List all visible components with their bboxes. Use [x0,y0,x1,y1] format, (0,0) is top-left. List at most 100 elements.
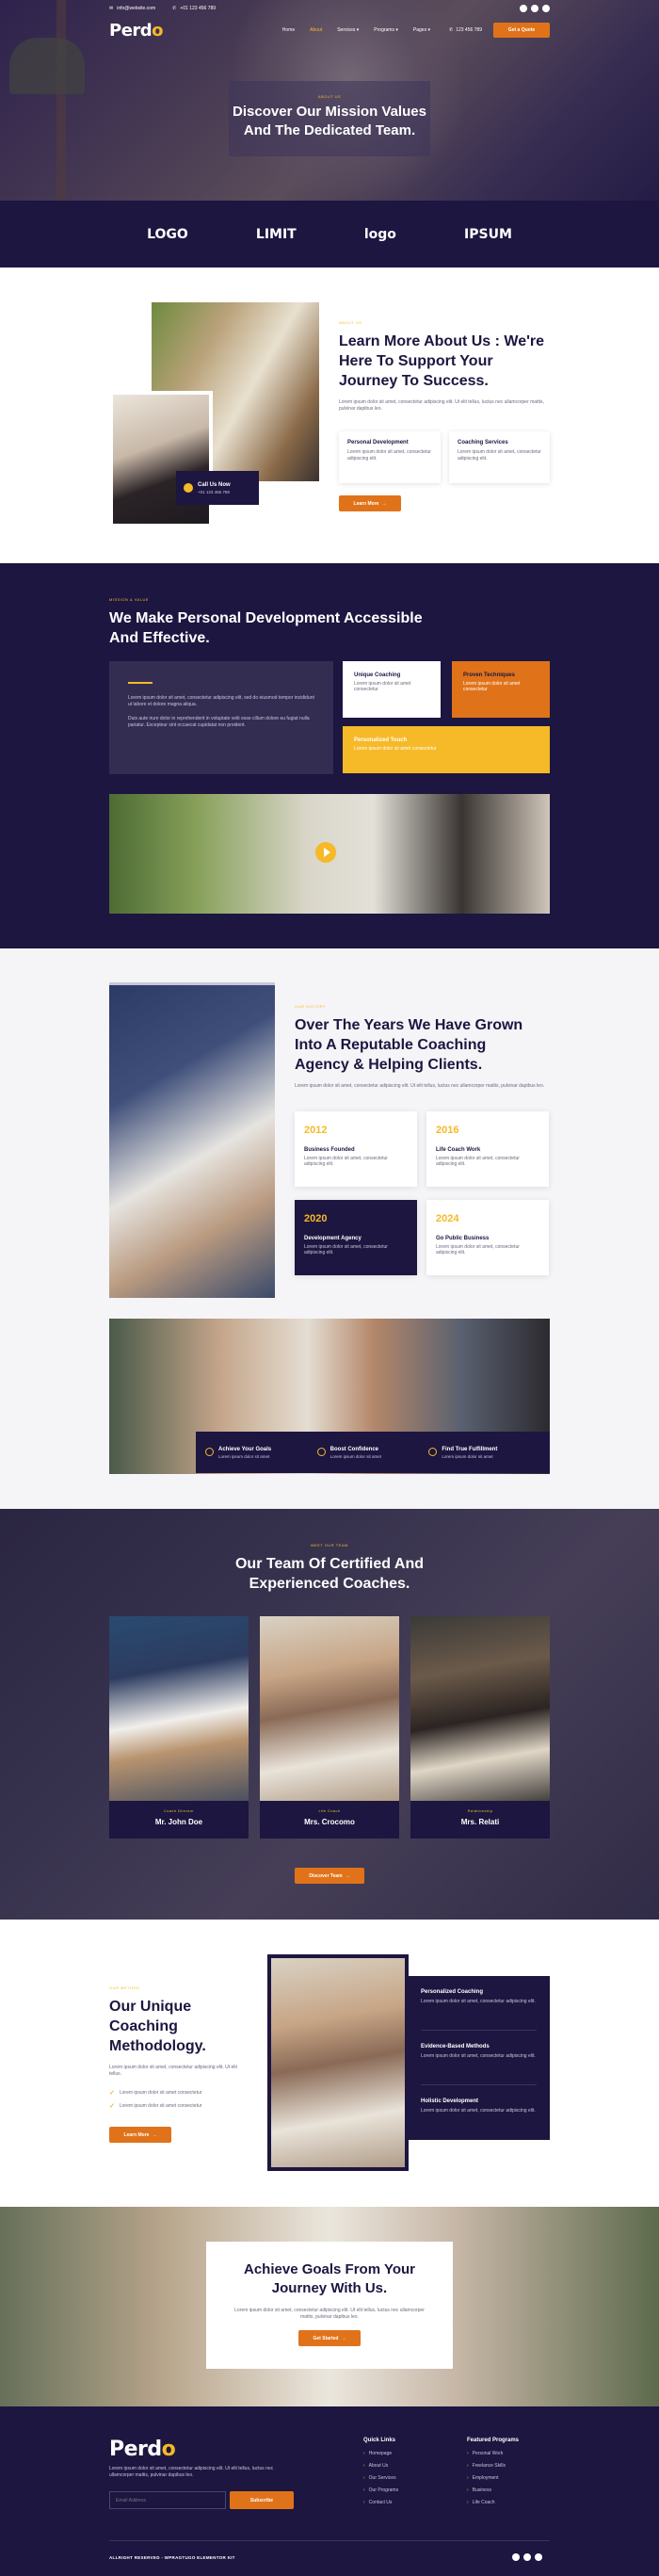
cta-title: Achieve Goals From Your Journey With Us. [244,2261,415,2296]
topbar: ✉ info@website.com ✆ +01 123 456 789 [0,0,659,17]
hero-section: ✉ info@website.com ✆ +01 123 456 789 Perdo… [0,0,659,201]
method-title: Our Unique Coaching Methodology. [109,1999,206,2054]
nav-item-home[interactable]: Home [282,27,295,33]
method-item: Personalized Coaching Lorem ipsum dolor s… [421,1976,537,2031]
check-icon: ✓ [109,2103,115,2110]
about-title: Learn More About Us : We're Here To Supp… [339,333,545,389]
mail-icon: ✉ [109,6,114,11]
about-section [0,267,659,563]
arrow-right-icon: → [341,2335,346,2341]
call-us-card[interactable]: Call Us Now +01 123 456 789 [176,471,259,505]
footer [0,2406,659,2576]
footer-socials [512,2553,542,2561]
footer-link[interactable]: Personal Work [467,2451,519,2456]
topbar-email[interactable]: ✉ info@website.com [109,6,155,11]
personalized-touch-box: Personalized Touch Lorem ipsum dolor sit… [343,726,550,773]
method-panel: Personalized Coaching Lorem ipsum dolor s… [408,1976,550,2140]
footer-link[interactable]: Contact Us [363,2500,398,2505]
history-eyebrow: Our History [295,1004,327,1009]
method-item: Evidence-Based Methods Lorem ipsum dolor … [421,2031,537,2085]
hero-title-box: About Us Discover Our Mission Values And… [229,81,430,156]
about-body: Lorem ipsum dolor sit amet, consectetur … [339,399,544,412]
unique-coaching-box: Unique Coaching Lorem ipsum dolor sit am… [343,661,441,718]
footer-link[interactable]: Our Programs [363,2487,398,2493]
check-icon: ✓ [109,2090,115,2097]
year-card-2012: 2012 Business Founded Lorem ipsum dolor … [295,1111,417,1187]
twitter-icon[interactable] [523,2553,531,2561]
method-item: Holistic Development Lorem ipsum dolor si… [421,2098,536,2114]
feature-fulfillment: Find True Fulfillment Lorem ipsum dolor s… [428,1447,540,1459]
facebook-icon[interactable] [520,5,527,12]
team-card-crocomo[interactable]: Life Coach Mrs. Crocomo [260,1616,399,1839]
check-item: ✓ Lorem ipsum dolor sit amet consectetur [109,2103,202,2110]
footer-about: Lorem ipsum dolor sit amet, consectetur … [109,2466,274,2478]
nav-item-services[interactable]: Services ▾ [337,27,359,33]
chevron-down-icon: ▾ [356,27,360,33]
mission-text-panel: Lorem ipsum dolor sit amet, consectetur … [109,661,333,774]
about-card-coaching: Coaching Services Lorem ipsum dolor sit … [449,431,550,483]
twitter-icon[interactable] [531,5,538,12]
chevron-down-icon: ▾ [427,27,430,33]
features-bar: Achieve Your Goals Lorem ipsum dolor sit … [196,1432,550,1473]
partner-logo-2: LIMIT [255,226,297,242]
partner-logo-3: logo [363,226,396,242]
subscribe-button[interactable]: Subscribe [230,2491,294,2509]
mission-title: We Make Personal Development Accessible … [109,610,423,646]
newsletter-email-input[interactable] [109,2491,226,2509]
partner-logos: LOGO LIMIT logo IPSUM [0,201,659,267]
about-card-personal: Personal Development Lorem ipsum dolor s… [339,431,441,483]
coach-man-photo [109,982,275,1298]
nav-item-about[interactable]: About [310,27,322,33]
footer-link[interactable]: Business [467,2487,519,2493]
topbar-phone[interactable]: ✆ +01 123 456 789 [172,6,216,11]
nav-item-pages[interactable]: Pages ▾ [413,27,430,33]
nav-phone[interactable]: ✆ 123 456 789 [449,27,482,33]
team-eyebrow: Meet Our Team [311,1543,348,1547]
nav-menu: Home About Services ▾ Programs ▾ Pages ▾ [282,27,430,33]
check-item: ✓ Lorem ipsum dolor sit amet consectetur [109,2090,202,2097]
crocomo-photo [260,1616,399,1801]
footer-logo[interactable]: Perdo [109,2438,176,2461]
featured-programs: Featured Programs Personal Work Freelanc… [467,2438,519,2512]
play-icon[interactable] [315,842,336,863]
feature-goals: Achieve Your Goals Lorem ipsum dolor sit … [205,1447,317,1459]
footer-link[interactable]: About Us [363,2463,398,2469]
footer-link[interactable]: Homepage [363,2451,398,2456]
footer-divider [109,2540,550,2541]
method-learn-more-button[interactable]: Learn More → [109,2127,171,2143]
learn-more-button[interactable]: Learn More → [339,495,401,511]
year-card-2020: 2020 Development Agency Lorem ipsum dolo… [295,1200,417,1275]
method-body: Lorem ipsum dolor sit amet, consectetur … [109,2065,237,2077]
facebook-icon[interactable] [512,2553,520,2561]
instagram-icon[interactable] [542,5,550,12]
method-eyebrow: Our Method [109,1985,140,1990]
team-card-relati[interactable]: Relationship Mrs. Relati [410,1616,550,1839]
phone-icon: ✆ [448,27,454,33]
get-quote-button[interactable]: Get a Quote [493,23,550,38]
team-card-john[interactable]: Coach Director Mr. John Doe [109,1616,249,1839]
arrow-right-icon: → [152,2131,157,2138]
nav-item-programs[interactable]: Programs ▾ [374,27,398,33]
footer-link[interactable]: Life Coach [467,2500,519,2505]
method-checklist: ✓ Lorem ipsum dolor sit amet consectetur … [109,2089,279,2115]
instagram-icon[interactable] [535,2553,542,2561]
year-card-2016: 2016 Life Coach Work Lorem ipsum dolor s… [426,1111,549,1187]
partner-logo-4: IPSUM [464,226,512,242]
about-eyebrow: About Us [339,320,362,325]
footer-link[interactable]: Freelance Skills [467,2463,519,2469]
footer-link[interactable]: Our Services [363,2475,398,2481]
phone-icon: ✆ [172,6,177,11]
accent-line [128,682,153,684]
proven-techniques-box: Proven Techniques Lorem ipsum dolor sit … [452,661,550,718]
feature-confidence: Boost Confidence Lorem ipsum dolor sit am… [316,1447,429,1459]
site-logo[interactable]: Perdo [109,21,164,41]
star-icon [316,1447,326,1456]
main-nav: Perdo Home About Services ▾ Programs ▾ P… [109,19,550,41]
get-started-button[interactable]: Get Started → [298,2330,361,2346]
discover-team-button[interactable]: Discover Team → [295,1868,364,1884]
relati-photo [410,1616,550,1801]
method-coach-photo [267,1954,409,2171]
chevron-down-icon: ▾ [395,27,398,33]
hero-title: Discover Our Mission Values And The Dedi… [233,104,426,138]
footer-link[interactable]: Employment [467,2475,519,2481]
